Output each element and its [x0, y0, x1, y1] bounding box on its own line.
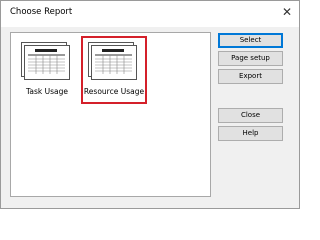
report-item-resource-usage[interactable]: Resource Usage — [81, 36, 147, 104]
report-thumbnail-icon — [21, 42, 70, 80]
choose-report-dialog: Choose Report ✕ Task Usage Resource Usag… — [0, 0, 300, 209]
page-setup-button[interactable]: Page setup — [218, 51, 283, 66]
help-button[interactable]: Help — [218, 126, 283, 141]
report-item-task-usage[interactable]: Task Usage — [16, 38, 78, 102]
select-button[interactable]: Select — [218, 33, 283, 48]
title-bar: Choose Report ✕ — [1, 1, 299, 27]
dialog-title: Choose Report — [10, 7, 73, 17]
close-icon[interactable]: ✕ — [282, 5, 292, 19]
report-label: Task Usage — [26, 87, 68, 96]
report-thumbnail-icon — [88, 42, 137, 80]
export-button[interactable]: Export — [218, 69, 283, 84]
close-button[interactable]: Close — [218, 108, 283, 123]
report-list[interactable]: Task Usage Resource Usage — [10, 32, 211, 197]
report-label: Resource Usage — [83, 87, 145, 96]
